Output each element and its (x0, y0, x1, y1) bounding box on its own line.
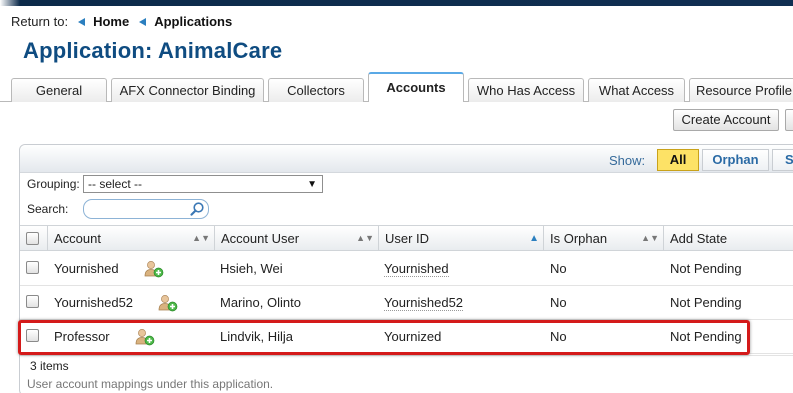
search-input[interactable] (83, 199, 209, 219)
show-label: Show: (609, 153, 646, 168)
breadcrumb-home-link[interactable]: Home (78, 14, 129, 29)
row-checkbox[interactable] (26, 329, 39, 342)
more-actions-button[interactable] (785, 109, 793, 131)
sort-icon: ▲▼ (192, 233, 210, 243)
return-to-label: Return to: (11, 14, 69, 29)
panel-header: Show: All Orphan S (20, 145, 793, 173)
account-user-cell: Marino, Olinto (220, 295, 301, 310)
footer-divider (20, 355, 793, 356)
tab-bar: General AFX Connector Binding Collectors… (0, 72, 793, 102)
page-title: Application: AnimalCare (23, 38, 283, 63)
column-header-user-id[interactable]: User ID ▲ (379, 226, 544, 251)
search-icon[interactable] (189, 201, 205, 217)
tab-resource-profile[interactable]: Resource Profile (689, 78, 793, 102)
add-user-icon[interactable] (144, 260, 164, 278)
tab-accounts[interactable]: Accounts (368, 72, 464, 102)
column-header-account-user-label: Account User (221, 231, 300, 246)
table-description: User account mappings under this applica… (27, 377, 274, 391)
breadcrumb-applications-link[interactable]: Applications (139, 14, 232, 29)
breadcrumb-arrow-icon (139, 17, 147, 26)
search-label: Search: (27, 202, 69, 216)
add-user-icon[interactable] (158, 294, 178, 312)
filter-orphan-button[interactable]: Orphan (702, 149, 769, 171)
column-header-is-orphan-label: Is Orphan (550, 231, 608, 246)
is-orphan-cell: No (550, 295, 567, 310)
accounts-panel: Show: All Orphan S Grouping: -- select -… (19, 144, 793, 393)
sort-icon: ▲▼ (356, 233, 374, 243)
filter-s-button[interactable]: S (772, 149, 793, 171)
account-cell: Yournished52 (54, 295, 134, 310)
breadcrumb: Return to: Home Applications (11, 14, 242, 29)
tab-what-access[interactable]: What Access (588, 78, 685, 102)
add-state-cell: Not Pending (670, 329, 742, 344)
column-header-is-orphan[interactable]: Is Orphan ▲▼ (544, 226, 664, 251)
grouping-select[interactable]: -- select -- ▼ (83, 175, 323, 193)
grouping-label: Grouping: (27, 177, 80, 191)
column-header-user-id-label: User ID (385, 231, 430, 246)
select-all-checkbox[interactable] (26, 232, 39, 245)
row-checkbox[interactable] (26, 295, 39, 308)
account-cell: Yournished (54, 261, 119, 276)
top-banner (0, 0, 793, 6)
sort-ascending-icon: ▲ (529, 233, 539, 244)
table-header: Account ▲▼ Account User ▲▼ User ID ▲ Is … (20, 225, 793, 251)
user-id-link[interactable]: Yournished52 (384, 295, 464, 311)
tab-general[interactable]: General (11, 78, 107, 102)
row-checkbox[interactable] (26, 261, 39, 274)
account-user-cell: Hsieh, Wei (220, 261, 283, 276)
add-state-cell: Not Pending (670, 295, 742, 310)
tab-afx-connector-binding[interactable]: AFX Connector Binding (111, 78, 264, 102)
add-user-icon[interactable] (135, 328, 155, 346)
column-header-account-label: Account (54, 231, 101, 246)
column-header-account-user[interactable]: Account User ▲▼ (215, 226, 379, 251)
is-orphan-cell: No (550, 329, 567, 344)
table-row-highlighted[interactable]: Professor Lindvik, Hilja Yournized No No… (20, 320, 793, 354)
grouping-select-value: -- select -- (88, 177, 142, 191)
user-id-cell[interactable]: Yournished (384, 252, 449, 286)
dropdown-arrow-icon: ▼ (307, 179, 317, 190)
item-count: 3 items (30, 359, 69, 373)
account-user-cell: Lindvik, Hilja (220, 329, 293, 344)
tab-who-has-access[interactable]: Who Has Access (468, 78, 584, 102)
select-all-cell (20, 226, 48, 251)
breadcrumb-home-label: Home (93, 14, 130, 29)
table-row[interactable]: Yournished52 Marino, Olinto Yournished52… (20, 286, 793, 320)
user-id-link[interactable]: Yournished (384, 261, 449, 277)
user-id-cell: Yournized (384, 329, 442, 344)
create-account-button[interactable]: Create Account (673, 109, 779, 131)
tab-collectors[interactable]: Collectors (268, 78, 364, 102)
account-cell: Professor (54, 329, 110, 344)
user-id-cell[interactable]: Yournished52 (384, 286, 464, 320)
column-header-add-state-label: Add State (670, 231, 728, 246)
column-header-account[interactable]: Account ▲▼ (48, 226, 215, 251)
is-orphan-cell: No (550, 261, 567, 276)
filter-all-button[interactable]: All (657, 149, 699, 171)
column-header-add-state[interactable]: Add State (664, 226, 793, 251)
table-row[interactable]: Yournished Hsieh, Wei Yournished No Not … (20, 252, 793, 286)
breadcrumb-arrow-icon (78, 17, 86, 26)
add-state-cell: Not Pending (670, 261, 742, 276)
sort-icon: ▲▼ (641, 233, 659, 243)
breadcrumb-applications-label: Applications (154, 14, 233, 29)
